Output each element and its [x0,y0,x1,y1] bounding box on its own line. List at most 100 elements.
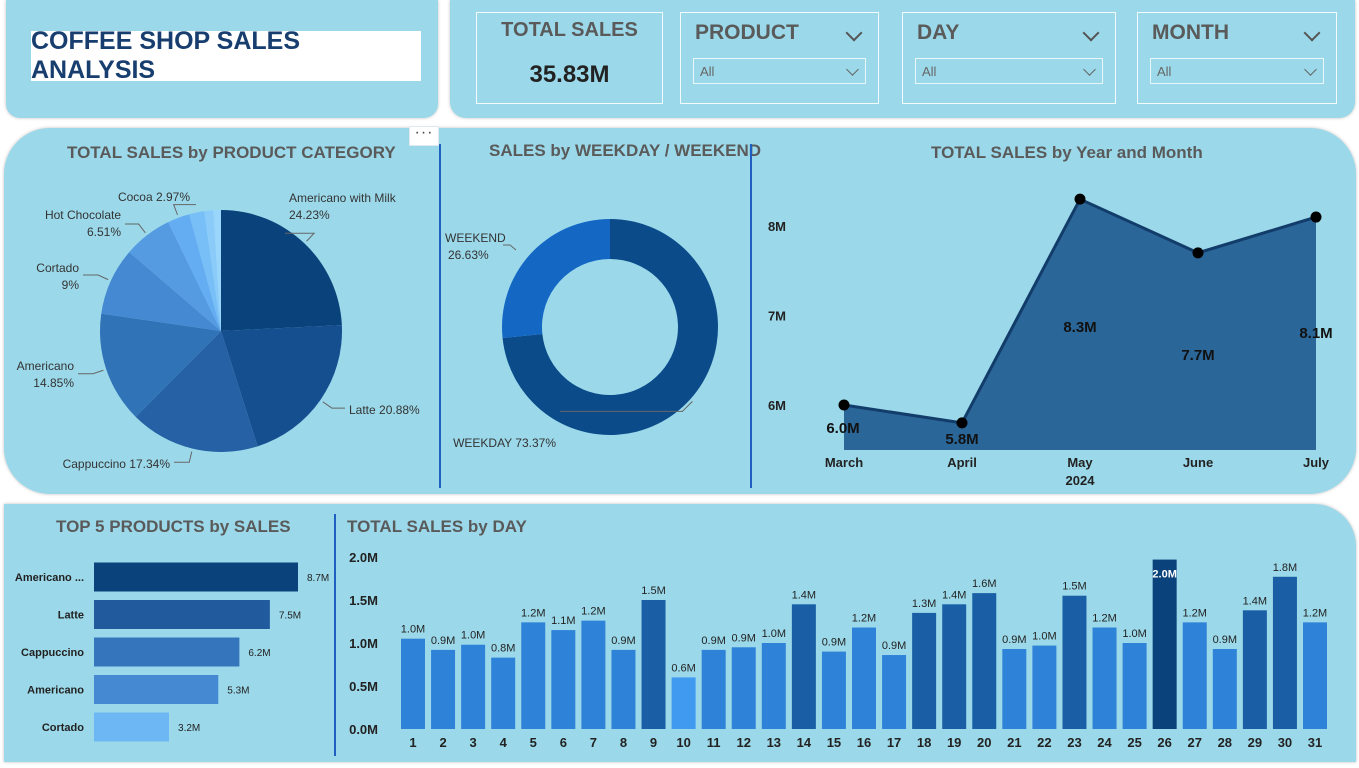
donut-leader-line [503,244,517,251]
x-tick-label: 20 [977,735,991,750]
bar [1092,627,1117,729]
data-label: 1.5M [641,585,665,597]
pie-leader-line [174,451,193,463]
data-label: 6.2M [248,648,270,659]
pie-leader-line [83,274,109,281]
data-label: 6.0M [826,420,859,437]
x-axis-year: 2024 [1066,473,1096,488]
data-label: 1.2M [1303,607,1327,619]
x-tick-label: 9 [650,735,657,750]
data-point [1310,211,1322,223]
pie-label-pct: 6.51% [87,225,121,239]
x-tick-label: 27 [1187,735,1201,750]
x-tick-label: July [1303,455,1330,470]
bar [581,620,606,729]
x-tick-label: 4 [500,735,508,750]
category-pie-chart: Americano with Milk 24.23% Latte 20.88% Cap… [17,190,420,471]
data-label: 0.6M [671,662,695,674]
y-tick-label: 6M [768,398,786,413]
x-tick-label: 29 [1248,735,1262,750]
x-tick-label: April [947,455,977,470]
x-tick-label: 14 [797,735,812,750]
data-label: 1.3M [912,598,936,610]
bar [882,655,907,729]
x-tick-label: 10 [676,735,690,750]
x-tick-label: 31 [1308,735,1322,750]
data-label: 0.9M [731,632,755,644]
data-label: 2.0M [1152,569,1176,581]
bar [821,651,846,729]
data-label: 3.2M [178,723,200,734]
data-label: 5.3M [227,686,249,697]
y-tick-label: 8M [768,219,786,234]
category-label: Americano [27,685,84,697]
pie-label: Cortado [36,261,79,275]
bar [1152,559,1177,729]
pie-leader-line [172,204,196,216]
data-label: 0.9M [822,637,846,649]
data-label: 1.4M [792,589,816,601]
x-tick-label: 25 [1127,735,1141,750]
data-label: 1.2M [1092,613,1116,625]
data-label: 1.1M [551,615,575,627]
category-label: Americano ... [15,572,84,584]
data-label: 1.0M [401,624,425,636]
data-label: 1.2M [1182,607,1206,619]
category-label: Cortado [42,722,84,734]
y-tick-label: 1.0M [349,636,378,651]
bar [1272,576,1297,729]
bar [1242,610,1267,729]
donut-slice [502,219,610,339]
y-tick-label: 7M [768,309,786,324]
category-label: Cappuccino [21,647,84,659]
bar [611,649,636,729]
data-label: 0.9M [1002,634,1026,646]
pie-label: Hot Chocolate [45,208,121,222]
bar [94,600,270,629]
bar [791,604,816,729]
x-tick-label: 16 [857,735,871,750]
pie-label: Latte 20.88% [349,403,420,417]
x-tick-label: 15 [827,735,841,750]
weekday-donut-chart: WEEKDAY 73.37% WEEKEND 26.63% [445,219,719,450]
pie-leader-line [78,369,104,375]
month-area-chart: 6M 7M 8M 6.0M 5.8M 8.3M 7.7M 8.1M March April May J… [768,193,1333,488]
bar [942,604,967,729]
data-label: 1.0M [1032,631,1056,643]
donut-label-pct: 26.63% [448,248,489,262]
data-label: 1.4M [942,589,966,601]
bar [761,643,786,729]
pie-slice [221,210,342,331]
bar [731,647,756,729]
bar [852,627,876,729]
pie-label-pct: 9% [62,278,80,292]
bar [1303,622,1327,729]
bar [641,600,666,729]
bar [461,644,486,729]
data-label: 1.2M [581,606,605,618]
data-label: 1.4M [1243,595,1267,607]
bar [1182,622,1207,729]
x-tick-label: 17 [887,735,901,750]
x-tick-label: 11 [707,735,721,750]
charts-canvas: Americano with Milk 24.23% Latte 20.88% Cap… [15,190,1333,750]
x-tick-label: 2 [439,735,446,750]
x-tick-label: 13 [767,735,781,750]
x-tick-label: 5 [530,735,537,750]
data-label: 7.7M [1181,347,1214,364]
data-label: 1.2M [852,613,876,625]
x-tick-label: 8 [620,735,627,750]
x-tick-label: May [1067,455,1093,470]
bar [94,712,170,742]
pie-label-pct: 14.85% [33,376,74,390]
pie-label: Americano [17,359,75,373]
x-tick-label: 22 [1037,735,1051,750]
y-tick-label: 0.0M [349,722,378,737]
x-tick-label: 26 [1157,735,1171,750]
bar [972,593,997,729]
pie-label: Cappuccino 17.34% [63,457,171,471]
data-label: 0.8M [491,643,515,655]
x-tick-label: 3 [470,735,477,750]
data-point [956,417,968,429]
bar [1062,595,1087,729]
